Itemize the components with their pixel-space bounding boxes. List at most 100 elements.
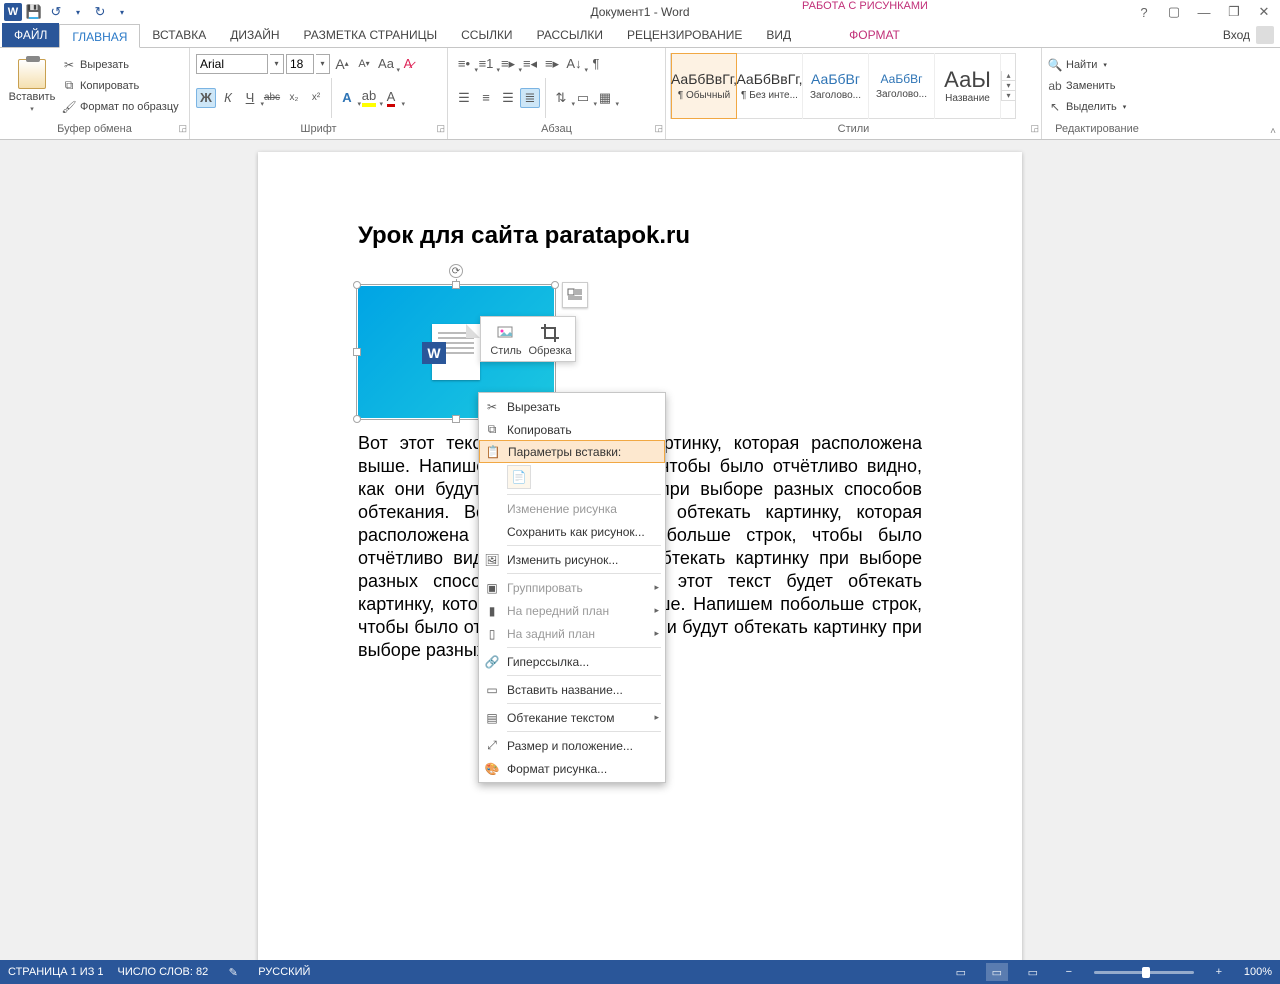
numbering-icon[interactable]: ≡1 bbox=[476, 54, 496, 74]
italic-button[interactable]: К bbox=[218, 88, 238, 108]
tab-design[interactable]: ДИЗАЙН bbox=[218, 23, 291, 47]
font-size-combo[interactable]: ▾ bbox=[286, 54, 330, 74]
change-case-icon[interactable]: Aa bbox=[376, 54, 396, 74]
print-layout-icon[interactable]: ▭ bbox=[986, 963, 1008, 981]
redo-icon[interactable]: ↻ bbox=[90, 2, 110, 22]
ribbon-options-icon[interactable]: ▢ bbox=[1162, 3, 1186, 21]
clear-formatting-icon[interactable]: A̷ bbox=[398, 54, 418, 74]
tab-mailings[interactable]: РАССЫЛКИ bbox=[525, 23, 615, 47]
zoom-out-icon[interactable]: − bbox=[1058, 963, 1080, 981]
app-icon[interactable]: W bbox=[4, 3, 22, 21]
multilevel-icon[interactable]: ≡▸ bbox=[498, 54, 518, 74]
zoom-thumb[interactable] bbox=[1142, 967, 1150, 978]
copy-button[interactable]: ⧉Копировать bbox=[62, 76, 179, 96]
tab-review[interactable]: РЕЦЕНЗИРОВАНИЕ bbox=[615, 23, 754, 47]
styles-dialog-icon[interactable]: ◲ bbox=[1030, 123, 1039, 134]
line-spacing-icon[interactable]: ⇅ bbox=[551, 88, 571, 108]
ctx-bring-front[interactable]: ▮На передний план▸ bbox=[479, 599, 665, 622]
show-marks-icon[interactable]: ¶ bbox=[586, 54, 606, 74]
cut-button[interactable]: ✂Вырезать bbox=[62, 55, 179, 75]
align-right-icon[interactable]: ☰ bbox=[498, 88, 518, 108]
zoom-in-icon[interactable]: + bbox=[1208, 963, 1230, 981]
ctx-send-back[interactable]: ▯На задний план▸ bbox=[479, 622, 665, 645]
tab-home[interactable]: ГЛАВНАЯ bbox=[59, 24, 140, 48]
text-effects-icon[interactable]: A bbox=[337, 88, 357, 108]
font-size-dropdown-icon[interactable]: ▾ bbox=[316, 54, 330, 74]
doc-heading[interactable]: Урок для сайта paratapok.ru bbox=[358, 222, 922, 250]
decrease-indent-icon[interactable]: ≡◂ bbox=[520, 54, 540, 74]
down-icon[interactable]: ▾ bbox=[1002, 81, 1015, 91]
ctx-group[interactable]: ▣Группировать▸ bbox=[479, 576, 665, 599]
undo-dropdown-icon[interactable]: ▾ bbox=[68, 2, 88, 22]
ctx-save-as-picture[interactable]: Сохранить как рисунок... bbox=[479, 520, 665, 543]
styles-gallery[interactable]: АаБбВвГг,¶ Обычный АаБбВвГг,¶ Без инте..… bbox=[670, 53, 1016, 119]
font-name-input[interactable] bbox=[196, 54, 268, 74]
subscript-button[interactable]: x₂ bbox=[284, 88, 304, 108]
handle-tl[interactable] bbox=[353, 281, 361, 289]
zoom-slider[interactable] bbox=[1094, 971, 1194, 974]
underline-button[interactable]: Ч bbox=[240, 88, 260, 108]
maximize-icon[interactable]: ❐ bbox=[1222, 3, 1246, 21]
find-button[interactable]: 🔍Найти▾ bbox=[1048, 55, 1126, 75]
tab-page-layout[interactable]: РАЗМЕТКА СТРАНИЦЫ bbox=[292, 23, 450, 47]
ctx-format-picture[interactable]: 🎨Формат рисунка... bbox=[479, 757, 665, 780]
grow-font-icon[interactable]: A▴ bbox=[332, 54, 352, 74]
up-icon[interactable]: ▴ bbox=[1002, 71, 1015, 81]
style-heading1[interactable]: АаБбВгЗаголово... bbox=[803, 53, 869, 119]
bold-button[interactable]: Ж bbox=[196, 88, 216, 108]
status-language[interactable]: РУССКИЙ bbox=[258, 966, 310, 978]
handle-ml[interactable] bbox=[353, 348, 361, 356]
para-dialog-icon[interactable]: ◲ bbox=[654, 123, 663, 134]
ctx-hyperlink[interactable]: 🔗Гиперссылка... bbox=[479, 650, 665, 673]
ctx-caption[interactable]: ▭Вставить название... bbox=[479, 678, 665, 701]
tab-format[interactable]: ФОРМАТ bbox=[837, 23, 912, 47]
web-layout-icon[interactable]: ▭ bbox=[1022, 963, 1044, 981]
handle-tr[interactable] bbox=[551, 281, 559, 289]
undo-icon[interactable]: ↺ bbox=[46, 2, 66, 22]
layout-options-icon[interactable] bbox=[562, 282, 588, 308]
format-painter-button[interactable]: 🖌Формат по образцу bbox=[62, 97, 179, 117]
borders-icon[interactable]: ▦ bbox=[595, 88, 615, 108]
font-name-dropdown-icon[interactable]: ▾ bbox=[270, 54, 284, 74]
status-page[interactable]: СТРАНИЦА 1 ИЗ 1 bbox=[8, 966, 104, 978]
ctx-edit-picture[interactable]: 🖼Изменить рисунок... bbox=[479, 548, 665, 571]
more-icon[interactable]: ▾ bbox=[1002, 91, 1015, 101]
shrink-font-icon[interactable]: A▾ bbox=[354, 54, 374, 74]
select-button[interactable]: ↖Выделить▾ bbox=[1048, 97, 1126, 117]
font-dialog-icon[interactable]: ◲ bbox=[436, 123, 445, 134]
ctx-change-picture[interactable]: Изменение рисунка bbox=[479, 497, 665, 520]
styles-more[interactable]: ▴▾▾ bbox=[1001, 71, 1015, 101]
close-icon[interactable]: ✕ bbox=[1252, 3, 1276, 21]
ctx-wrap-text[interactable]: ▤Обтекание текстом▸ bbox=[479, 706, 665, 729]
sort-icon[interactable]: A↓ bbox=[564, 54, 584, 74]
tab-references[interactable]: ССЫЛКИ bbox=[449, 23, 524, 47]
font-name-combo[interactable]: ▾ bbox=[196, 54, 284, 74]
spellcheck-icon[interactable]: ✎ bbox=[222, 963, 244, 981]
superscript-button[interactable]: x² bbox=[306, 88, 326, 108]
font-size-input[interactable] bbox=[286, 54, 314, 74]
save-icon[interactable]: 💾 bbox=[24, 2, 44, 22]
align-justify-icon[interactable]: ≣ bbox=[520, 88, 540, 108]
ctx-copy[interactable]: ⧉Копировать bbox=[479, 418, 665, 441]
strike-button[interactable]: abc bbox=[262, 88, 282, 108]
tab-file[interactable]: ФАЙЛ bbox=[2, 23, 59, 47]
ctx-paste-options[interactable]: 📋Параметры вставки: bbox=[479, 440, 665, 463]
style-button[interactable]: Стиль bbox=[485, 321, 527, 357]
highlight-icon[interactable]: ab bbox=[359, 88, 379, 108]
style-normal[interactable]: АаБбВвГг,¶ Обычный bbox=[671, 53, 737, 119]
style-heading2[interactable]: АаБбВгЗаголово... bbox=[869, 53, 935, 119]
handle-bl[interactable] bbox=[353, 415, 361, 423]
ctx-cut[interactable]: ✂Вырезать bbox=[479, 395, 665, 418]
rotate-handle-icon[interactable]: ⟳ bbox=[449, 264, 463, 278]
tab-insert[interactable]: ВСТАВКА bbox=[140, 23, 218, 47]
tab-view[interactable]: ВИД bbox=[754, 23, 803, 47]
minimize-icon[interactable]: — bbox=[1192, 3, 1216, 21]
help-icon[interactable]: ? bbox=[1132, 3, 1156, 21]
paste-keep-icon[interactable]: 📄 bbox=[507, 465, 531, 489]
read-mode-icon[interactable]: ▭ bbox=[950, 963, 972, 981]
signin[interactable]: Вход bbox=[1223, 26, 1274, 44]
ctx-size-position[interactable]: ⤢Размер и положение... bbox=[479, 734, 665, 757]
bullets-icon[interactable]: ≡• bbox=[454, 54, 474, 74]
qat-customize-icon[interactable]: ▾ bbox=[112, 2, 132, 22]
collapse-ribbon-icon[interactable]: ˄ bbox=[1270, 126, 1276, 137]
